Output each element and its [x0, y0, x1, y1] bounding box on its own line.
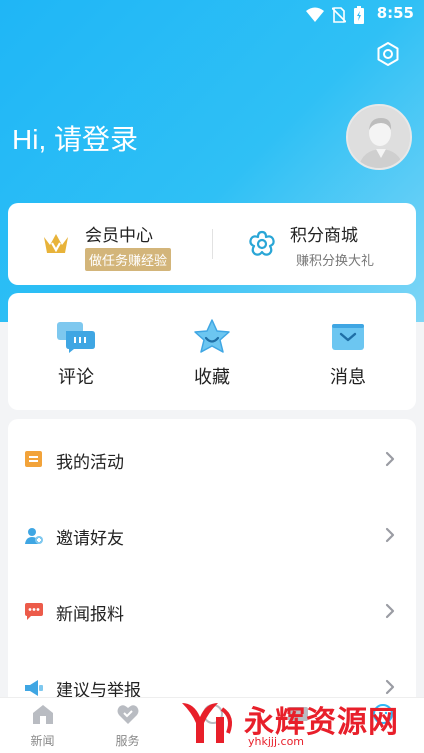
- quick-actions-card: 评论 收藏 消息: [8, 293, 416, 410]
- status-time: 8:55: [376, 4, 414, 22]
- points-mall-title: 积分商城: [290, 226, 358, 246]
- mail-icon: [332, 324, 364, 350]
- quick-messages[interactable]: 消息: [280, 293, 416, 410]
- avatar[interactable]: [346, 104, 412, 170]
- quick-favorite-label: 收藏: [194, 367, 230, 388]
- activity-icon: [25, 451, 42, 467]
- chevron-right-icon: [385, 527, 395, 543]
- menu-item-tipoff[interactable]: 新闻报料: [8, 573, 416, 649]
- invite-icon: [25, 528, 43, 544]
- no-sim-icon: [332, 7, 346, 23]
- member-task-badge: 做任务赚经验: [85, 248, 172, 271]
- battery-icon: [354, 6, 364, 24]
- tab-label-service: 服务: [115, 734, 140, 748]
- quick-favorite[interactable]: 收藏: [144, 293, 280, 410]
- tab-service[interactable]: 服务: [85, 698, 170, 753]
- member-center-title: 会员中心: [85, 226, 153, 246]
- tipoff-icon: [25, 603, 43, 620]
- menu-list: 我的活动 邀请好友 新闻报料 建议与举报: [8, 419, 416, 719]
- flower-icon: [249, 230, 275, 256]
- tab-label-news: 新闻: [30, 734, 55, 748]
- crown-icon: [44, 234, 68, 253]
- member-center-entry[interactable]: 会员中心 做任务赚经验: [8, 203, 212, 285]
- quick-comment[interactable]: 评论: [8, 293, 144, 410]
- points-mall-subtitle: 赚积分换大礼: [296, 254, 375, 269]
- wifi-icon: [306, 7, 324, 22]
- watermark-url: yhkjjj.com: [248, 735, 305, 748]
- star-icon: [194, 319, 230, 353]
- settings-icon: [377, 42, 399, 66]
- chevron-right-icon: [385, 451, 395, 467]
- status-bar: 8:55: [0, 0, 424, 30]
- heart-icon: [117, 705, 138, 724]
- status-icons: [306, 6, 364, 24]
- quick-comment-label: 评论: [58, 367, 94, 388]
- comment-icon: [57, 322, 95, 353]
- menu-label-activity: 我的活动: [56, 453, 124, 473]
- watermark-logo: 永辉资源网 yhkjjj.com: [176, 693, 424, 753]
- menu-label-invite: 邀请好友: [56, 529, 124, 549]
- login-greeting[interactable]: Hi, 请登录: [12, 118, 138, 158]
- settings-button[interactable]: [374, 40, 402, 68]
- menu-item-activity[interactable]: 我的活动: [8, 421, 416, 497]
- points-mall-entry[interactable]: 积分商城 赚积分换大礼: [213, 203, 416, 285]
- menu-item-invite[interactable]: 邀请好友: [8, 497, 416, 573]
- quick-messages-label: 消息: [330, 367, 366, 388]
- tab-news[interactable]: 新闻: [0, 698, 85, 753]
- watermark-emblem-icon: [182, 703, 232, 743]
- report-icon: [25, 680, 43, 696]
- menu-label-tipoff: 新闻报料: [56, 605, 124, 625]
- home-icon: [32, 705, 53, 724]
- chevron-right-icon: [385, 603, 395, 619]
- member-card: 会员中心 做任务赚经验 积分商城 赚积分换大礼: [8, 203, 416, 285]
